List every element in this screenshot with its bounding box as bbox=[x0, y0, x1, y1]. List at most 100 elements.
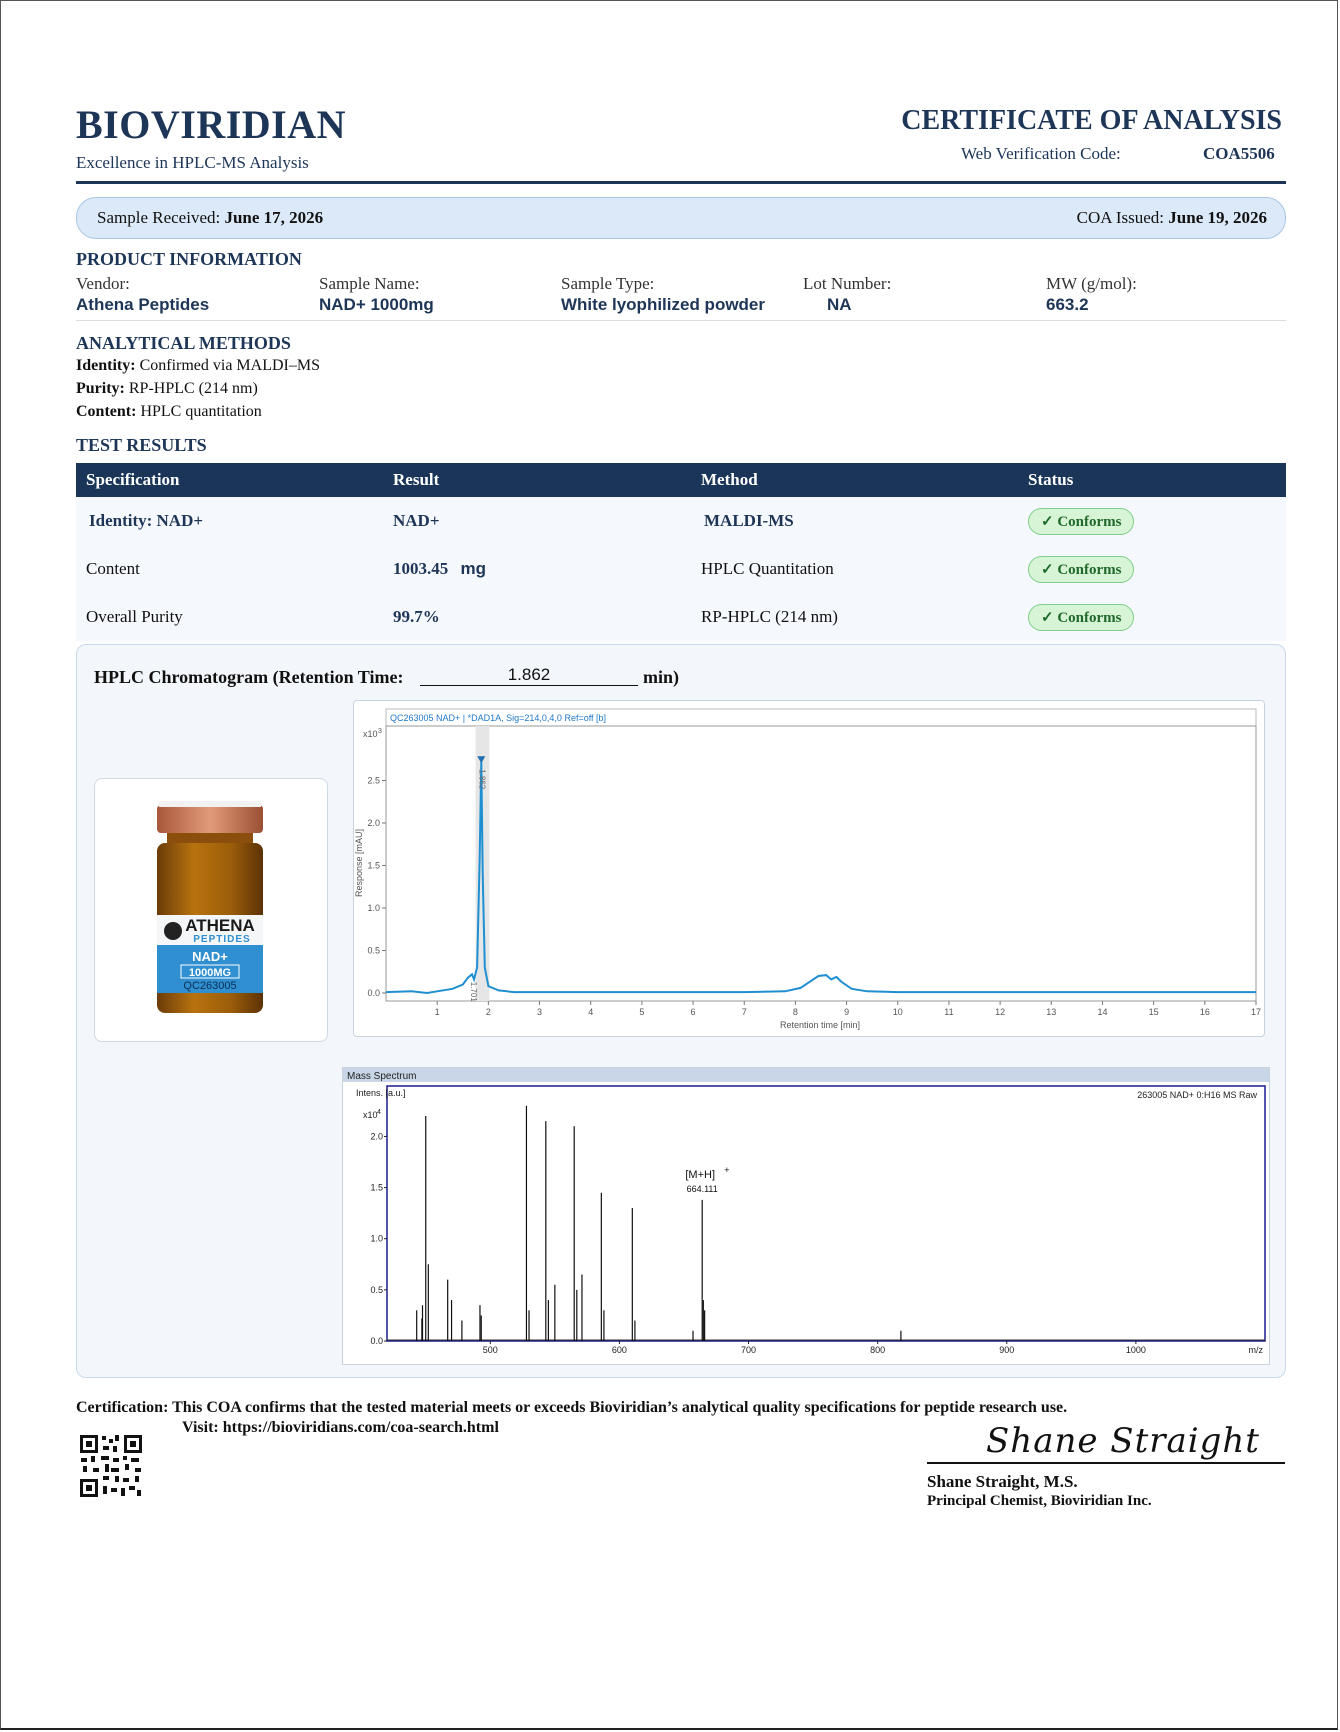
result-cell: 99.7% bbox=[383, 593, 691, 641]
method-cell: MALDI-MS bbox=[691, 497, 1018, 545]
hplc-y-tick-label: 2.5 bbox=[367, 776, 380, 786]
vial-code: QC263005 bbox=[183, 980, 236, 992]
vendor-label: Vendor: bbox=[76, 274, 130, 293]
vial-image: ATHENA PEPTIDES NAD+ 1000MG QC263005 bbox=[157, 801, 263, 1013]
col-result: Result bbox=[383, 463, 691, 497]
result-unit: mg bbox=[460, 559, 487, 578]
hplc-peak-label: 1.862 bbox=[477, 769, 486, 790]
status-badge: ✓ Conforms bbox=[1028, 603, 1135, 631]
results-header-row: Specification Result Method Status bbox=[76, 463, 1286, 497]
hplc-y-tick-label: 2.0 bbox=[367, 818, 380, 828]
hplc-chromatogram-chart: QC263005 NAD+ | *DAD1A, Sig=214,0,4,0 Re… bbox=[354, 708, 1261, 1030]
hplc-y-exponent: 3 bbox=[378, 728, 382, 735]
method-content-label: Content: bbox=[76, 403, 137, 420]
mw-label: MW (g/mol): bbox=[1046, 274, 1137, 293]
ms-y-tick-label: 1.0 bbox=[370, 1234, 383, 1244]
hplc-x-tick-label: 3 bbox=[537, 1007, 542, 1017]
mw-value: 663.2 bbox=[1046, 295, 1089, 314]
ms-xlabel: m/z bbox=[1249, 1345, 1264, 1355]
verification-link[interactable]: Visit: https://bioviridians.com/coa-sear… bbox=[182, 1419, 499, 1437]
coa-issued-label: COA Issued: bbox=[1076, 208, 1165, 227]
ms-y-tick-label: 2.0 bbox=[370, 1131, 383, 1141]
retention-time-value: 1.862 bbox=[420, 665, 638, 686]
ms-peak-mz-label: 664.111 bbox=[687, 1184, 718, 1194]
hplc-x-tick-label: 17 bbox=[1251, 1007, 1261, 1017]
method-purity-value: RP-HPLC (214 nm) bbox=[128, 380, 258, 397]
vial-cap bbox=[157, 805, 263, 833]
method-content-value: HPLC quantitation bbox=[140, 403, 262, 420]
sample-received-label: Sample Received: bbox=[97, 208, 221, 227]
table-row: Overall Purity 99.7% RP-HPLC (214 nm) ✓ … bbox=[76, 593, 1286, 641]
hplc-x-tick-label: 7 bbox=[742, 1007, 747, 1017]
result-cell: NAD+ bbox=[383, 497, 691, 545]
result-cell: 1003.45 mg bbox=[383, 545, 691, 593]
hplc-plot-area bbox=[385, 725, 1257, 1002]
ms-x-tick-label: 900 bbox=[999, 1345, 1014, 1355]
document-title: CERTIFICATE OF ANALYSIS bbox=[901, 105, 1282, 136]
hplc-x-tick-label: 8 bbox=[793, 1007, 798, 1017]
sample-name-value: NAD+ 1000mg bbox=[319, 295, 434, 314]
product-photo-card: ATHENA PEPTIDES NAD+ 1000MG QC263005 bbox=[94, 778, 328, 1042]
mass-spectrum-card: Mass Spectrum 263005 NAD+ 0:H16 MS Raw I… bbox=[342, 1067, 1270, 1365]
results-table-wrap: Specification Result Method Status Ident… bbox=[76, 463, 1286, 641]
hplc-peak-label: 1.701 bbox=[469, 982, 478, 1003]
spec-cell: Overall Purity bbox=[76, 593, 383, 641]
status-badge: ✓ Conforms bbox=[1028, 555, 1135, 583]
signer-name: Shane Straight, M.S. bbox=[927, 1472, 1078, 1491]
ms-title: Mass Spectrum bbox=[347, 1071, 416, 1082]
signer-title: Principal Chemist, Bioviridian Inc. bbox=[927, 1493, 1152, 1509]
signature-line bbox=[927, 1462, 1285, 1464]
ms-plot-area bbox=[386, 1085, 1266, 1342]
ms-annotation: 263005 NAD+ 0:H16 MS Raw bbox=[1137, 1090, 1257, 1100]
hplc-ylabel: Response [mAU] bbox=[354, 829, 364, 897]
verification-code: COA5506 bbox=[1203, 144, 1275, 163]
ms-y-tick-label: 1.5 bbox=[370, 1183, 383, 1193]
status-cell: ✓ Conforms bbox=[1018, 497, 1286, 545]
hplc-y-tick-label: 0.0 bbox=[367, 988, 380, 998]
chromatogram-title: HPLC Chromatogram (Retention Time: bbox=[94, 667, 404, 687]
spec-cell: Content bbox=[76, 545, 383, 593]
hplc-x-tick-label: 15 bbox=[1149, 1007, 1159, 1017]
result-value: 1003.45 bbox=[393, 559, 449, 578]
vial-brand-line1: ATHENA bbox=[185, 916, 255, 935]
ms-y-tick-label: 0.5 bbox=[370, 1285, 383, 1295]
hplc-y-tick-label: 1.0 bbox=[367, 903, 380, 913]
sample-type-value: White lyophilized powder bbox=[561, 295, 765, 314]
athena-logo-icon bbox=[164, 922, 182, 940]
brand-logo-text: BIOVIRIDIAN bbox=[76, 102, 346, 147]
method-cell: HPLC Quantitation bbox=[691, 545, 1018, 593]
sample-name-label: Sample Name: bbox=[319, 274, 420, 293]
hplc-x-tick-label: 13 bbox=[1046, 1007, 1056, 1017]
hplc-chart-card: QC263005 NAD+ | *DAD1A, Sig=214,0,4,0 Re… bbox=[353, 700, 1265, 1037]
ms-y-multiplier: x10 bbox=[363, 1110, 378, 1120]
sample-type-label: Sample Type: bbox=[561, 274, 655, 293]
certification-statement: Certification: This COA confirms that th… bbox=[76, 1399, 1068, 1416]
spec-cell: Identity: NAD+ bbox=[76, 497, 383, 545]
hplc-x-tick-label: 11 bbox=[944, 1007, 953, 1017]
results-table: Specification Result Method Status Ident… bbox=[76, 463, 1286, 641]
hplc-x-tick-label: 12 bbox=[995, 1007, 1005, 1017]
method-purity-label: Purity: bbox=[76, 380, 125, 397]
status-cell: ✓ Conforms bbox=[1018, 545, 1286, 593]
hplc-x-tick-label: 16 bbox=[1200, 1007, 1210, 1017]
vial-cap-top bbox=[159, 801, 261, 807]
ms-ylabel: Intens. [a.u.] bbox=[356, 1088, 406, 1098]
hplc-y-tick-label: 0.5 bbox=[367, 946, 380, 956]
method-identity-label: Identity: bbox=[76, 357, 136, 374]
hplc-x-tick-label: 6 bbox=[691, 1007, 696, 1017]
certificate-page: BIOVIRIDIAN Excellence in HPLC-MS Analys… bbox=[0, 0, 1338, 1730]
hplc-y-tick-label: 1.5 bbox=[367, 861, 380, 871]
hplc-x-tick-label: 9 bbox=[844, 1007, 849, 1017]
vial-brand-line2: PEPTIDES bbox=[193, 934, 250, 945]
method-identity: Identity: Confirmed via MALDI–MS bbox=[76, 357, 320, 375]
qr-code-icon[interactable] bbox=[79, 1434, 143, 1498]
ms-y-tick-label: 0.0 bbox=[370, 1336, 383, 1346]
hplc-x-tick-label: 4 bbox=[588, 1007, 593, 1017]
vial-dose: 1000MG bbox=[189, 967, 231, 979]
hplc-header-text: QC263005 NAD+ | *DAD1A, Sig=214,0,4,0 Re… bbox=[390, 713, 606, 723]
col-specification: Specification bbox=[76, 463, 383, 497]
ms-x-tick-label: 600 bbox=[612, 1345, 627, 1355]
status-cell: ✓ Conforms bbox=[1018, 593, 1286, 641]
hplc-y-multiplier: x10 bbox=[363, 729, 378, 739]
hplc-x-tick-label: 5 bbox=[639, 1007, 644, 1017]
